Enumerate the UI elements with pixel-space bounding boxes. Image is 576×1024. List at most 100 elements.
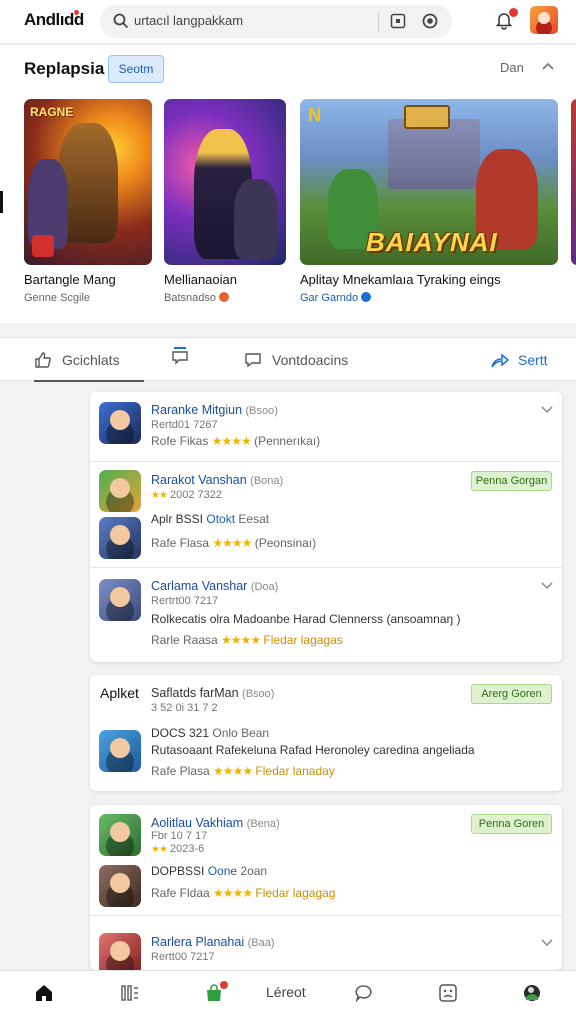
emoji-icon[interactable]: [438, 983, 458, 1003]
app-icon: [99, 730, 141, 772]
app-meta: 3 52 0i 31 7 2: [151, 702, 218, 714]
game-artwork: [164, 99, 286, 265]
share-arrow-icon: [491, 353, 510, 368]
scroll-indicator: [0, 191, 3, 213]
star-rating-icon: ★★★★: [221, 633, 261, 647]
chevron-down-icon[interactable]: [540, 581, 554, 591]
brand-label: Aplket: [100, 685, 139, 701]
card-title: Bartangle Mang: [24, 272, 116, 287]
list-item[interactable]: Rarlera Planahai (Baa) Rertt00 7217: [90, 915, 562, 970]
app-icon: [99, 814, 141, 856]
app-description: Rolkecatis olra Madoanbe Harad Clennerss…: [151, 612, 461, 626]
app-meta: ★★ 2023-6: [151, 843, 205, 855]
app-icon: [99, 470, 141, 512]
next-card-peek[interactable]: [571, 99, 576, 265]
hero-figure: [234, 179, 278, 259]
list-item[interactable]: Aolitlau Vakhiam (Bena) Fbr 10 7 17 ★★ 2…: [90, 805, 562, 915]
tab-share[interactable]: Sertt: [490, 338, 560, 382]
app-meta: Rertrt00 7217: [151, 595, 219, 607]
top-bar: Andlıdd urtacıl langpakkam: [0, 0, 576, 44]
game-logo: RAGNE: [30, 105, 74, 119]
tab-bar: Gcichlats Vontdoacins Sertt: [0, 337, 576, 382]
app-title[interactable]: Rarakot Vanshan (Bona): [151, 473, 283, 487]
game-logo: N: [308, 105, 321, 125]
app-rating: Rafe Plasa ★★★★ Fledar lanaday: [151, 764, 335, 778]
app-meta: Fbr 10 7 17: [151, 830, 208, 842]
app-meta: Rertd01 7267: [151, 419, 218, 431]
game-artwork: RAGNE: [24, 99, 152, 265]
app-subline: DOPBSSI Oone 2oan: [151, 864, 268, 878]
tab-label: Vontdoacins: [272, 352, 349, 368]
game-badge-icon: [32, 235, 54, 257]
store-badge: [220, 981, 228, 989]
game-title-plate: [404, 105, 450, 129]
chevron-down-icon[interactable]: [540, 405, 554, 415]
search-bar[interactable]: urtacıl langpakkam: [100, 5, 452, 38]
list-item[interactable]: Rarakot Vanshan (Bona) ★★ 2002 7322 Penn…: [90, 461, 562, 567]
section-filter-chip[interactable]: Seotm: [108, 55, 164, 83]
app-subline: DOCS 321 Onlo Bean: [151, 726, 270, 740]
card-subtitle: Gar Garndo: [300, 292, 372, 304]
nav-label[interactable]: Léreot: [266, 984, 306, 1000]
app-title[interactable]: Rarlera Planahai (Baa): [151, 935, 275, 949]
app-title[interactable]: Carlama Vanshar (Doa): [151, 579, 278, 593]
section-more-link[interactable]: Dan: [500, 60, 524, 75]
card-subtitle: Batsnadso: [164, 292, 229, 304]
app-icon: [99, 933, 141, 970]
search-divider: [378, 12, 379, 32]
app-icon: [99, 579, 141, 621]
notification-badge: [509, 8, 518, 17]
app-subline: Aplr BSSI Otokt Eesat: [151, 512, 270, 526]
install-button[interactable]: Arerg Goren: [471, 684, 552, 704]
app-title[interactable]: Raranke Mitgiun (Bsoo): [151, 403, 278, 417]
install-button[interactable]: Penna Gorgan: [471, 471, 552, 491]
chevron-up-icon[interactable]: [540, 59, 556, 73]
app-list-card: Aolitlau Vakhiam (Bena) Fbr 10 7 17 ★★ 2…: [90, 805, 562, 970]
star-rating-icon: ★★★★: [211, 434, 252, 448]
castle-shape: [388, 119, 480, 189]
voice-icon[interactable]: [422, 13, 438, 29]
card-title: Aplitay Mnekamlaıa Tyraking eings: [300, 272, 501, 287]
app-title[interactable]: Saflatds farMan (Bsoo): [151, 686, 274, 700]
list-item[interactable]: Carlama Vanshar (Doa) Rertrt00 7217 Rolk…: [90, 567, 562, 662]
list-item[interactable]: Aplket Saflatds farMan (Bsoo) 3 52 0i 31…: [90, 675, 562, 791]
scan-icon[interactable]: [390, 13, 406, 29]
app-list-card: Raranke Mitgiun (Bsoo) Rertd01 7267 Rofe…: [90, 392, 562, 662]
app-icon: [99, 865, 141, 907]
comment-icon: [172, 347, 188, 365]
avatar[interactable]: [530, 6, 558, 34]
section-title: Replapsia: [24, 59, 105, 78]
verified-icon: [361, 292, 372, 302]
developer-badge-icon: [218, 292, 229, 302]
chat-icon[interactable]: [354, 983, 374, 1003]
tab-highlights[interactable]: Gcichlats: [34, 338, 144, 382]
tab-label: Gcichlats: [62, 352, 120, 368]
search-input[interactable]: urtacıl langpakkam: [134, 13, 243, 28]
card-title: Mellianaoian: [164, 272, 237, 287]
app-list-card: Aplket Saflatds farMan (Bsoo) 3 52 0i 31…: [90, 675, 562, 791]
bottom-navigation: Léreot: [0, 970, 576, 1024]
install-button[interactable]: Penna Goren: [471, 814, 552, 834]
card-subtitle: Genne Scgile: [24, 292, 91, 304]
game-artwork: N BAIAYNAI: [300, 99, 558, 265]
profile-icon[interactable]: [522, 983, 542, 1003]
star-rating-icon: ★★★★: [213, 764, 253, 778]
star-rating-icon: ★★★★: [213, 886, 253, 900]
tab-comments[interactable]: [170, 338, 194, 382]
home-icon[interactable]: [34, 983, 54, 1003]
tab-discussions[interactable]: Vontdoacins: [244, 338, 364, 382]
chevron-down-icon[interactable]: [540, 938, 554, 948]
app-icon: [99, 517, 141, 559]
app-meta: Rertt00 7217: [151, 951, 215, 963]
app-rating: Rofe Fikas ★★★★ (Pennerıkaı): [151, 434, 321, 448]
list-item[interactable]: Raranke Mitgiun (Bsoo) Rertd01 7267 Rofe…: [90, 392, 562, 461]
library-icon[interactable]: [120, 983, 140, 1003]
app-icon: [99, 402, 141, 444]
app-title[interactable]: Aolitlau Vakhiam (Bena): [151, 816, 280, 830]
thumbs-up-icon: [35, 352, 51, 368]
logo-dot: [74, 10, 79, 15]
app-rating: Rafe Flasa ★★★★ (Peonsinaı): [151, 536, 317, 550]
search-icon: [113, 13, 129, 29]
game-banner-title: BAIAYNAI: [366, 227, 498, 257]
star-rating-icon: ★★★★: [212, 536, 252, 550]
